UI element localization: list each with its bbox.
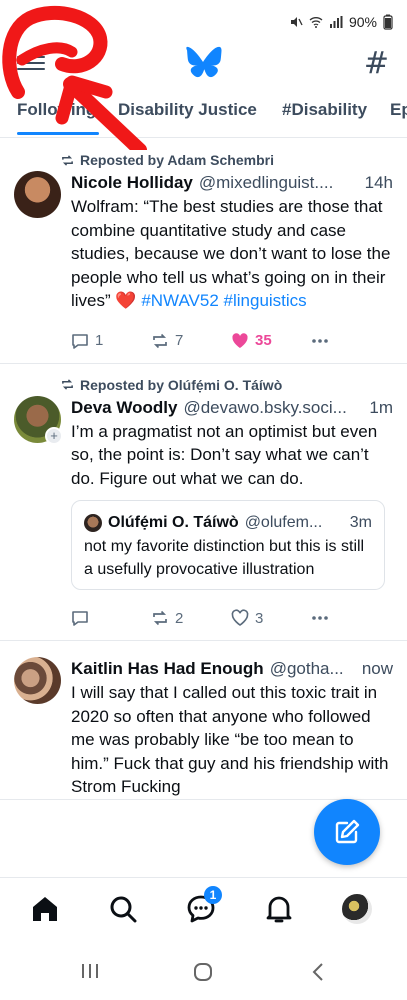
author-name[interactable]: Nicole Holliday (71, 171, 193, 195)
author-handle[interactable]: @devawo.bsky.soci... (183, 396, 363, 420)
home-icon[interactable] (30, 894, 60, 924)
avatar[interactable]: + (14, 395, 63, 445)
home-circle-icon[interactable] (193, 962, 213, 982)
feed-post[interactable]: Reposted by Adam Schembri Nicole Hollida… (0, 139, 407, 364)
post-text: I’m a pragmatist not an optimist but eve… (71, 421, 378, 488)
repost-button[interactable]: 2 (151, 609, 231, 627)
battery-level: 90% (348, 14, 377, 30)
author-handle[interactable]: @gotha... (270, 657, 356, 681)
repost-button[interactable]: 7 (151, 332, 231, 350)
reply-icon (72, 611, 88, 626)
active-tab-indicator (17, 132, 99, 135)
like-count: 3 (255, 609, 264, 627)
more-options-button[interactable] (311, 609, 391, 627)
heart-filled-icon (232, 332, 248, 348)
bluesky-butterfly-logo[interactable] (184, 46, 222, 80)
quote-text: not my favorite distinction but this is … (84, 538, 365, 578)
reply-icon (72, 333, 88, 349)
more-dots-icon (312, 338, 328, 343)
status-icons: 90% (289, 14, 393, 30)
quoted-post[interactable]: Olúfẹ́mi O. Táíwò @olufem... 3m not my f… (71, 500, 385, 590)
repost-icon (62, 154, 73, 166)
notification-badge: 1 (204, 886, 222, 904)
tab-following[interactable]: Following (17, 100, 96, 120)
reply-button[interactable] (71, 609, 151, 627)
post-time[interactable]: now (362, 657, 393, 681)
avatar[interactable] (14, 657, 61, 704)
repost-count: 2 (175, 609, 184, 627)
heart-emoji: ❤️ (115, 291, 137, 310)
system-nav-bar (0, 942, 407, 1000)
reply-count: 1 (95, 332, 104, 349)
post-text: I will say that I called out this toxic … (71, 683, 389, 796)
quote-avatar (84, 514, 102, 532)
hamburger-menu-icon[interactable] (17, 52, 45, 76)
quote-author-name: Olúfẹ́mi O. Táíwò (108, 514, 239, 531)
chat-button[interactable]: 1 (186, 886, 222, 924)
search-icon[interactable] (108, 894, 138, 924)
profile-avatar[interactable] (342, 894, 372, 924)
repost-icon (153, 333, 167, 348)
quote-author-handle: @olufem... (244, 514, 323, 531)
feed-post[interactable]: Reposted by Olúfẹ́mi O. Táíwò + Deva Woo… (0, 364, 407, 641)
feed-list[interactable]: Reposted by Adam Schembri Nicole Hollida… (0, 139, 407, 877)
quote-time: 3m (349, 514, 372, 531)
more-options-button[interactable] (311, 332, 391, 350)
hashtag-icon[interactable]: # (364, 46, 389, 81)
mute-icon (290, 17, 303, 27)
author-name[interactable]: Deva Woodly (71, 396, 177, 420)
feed-post[interactable]: Kaitlin Has Had Enough @gotha... now I w… (0, 641, 407, 800)
more-dots-icon (312, 616, 328, 620)
author-name[interactable]: Kaitlin Has Had Enough (71, 657, 264, 681)
avatar[interactable] (14, 171, 61, 218)
bottom-nav: 1 (0, 877, 407, 941)
repost-icon (62, 379, 73, 390)
hashtag-link[interactable]: #linguistics (224, 291, 307, 310)
repost-count: 7 (175, 332, 184, 349)
bell-icon[interactable] (264, 894, 294, 924)
repost-icon (153, 610, 167, 626)
author-handle[interactable]: @mixedlinguist.... (199, 171, 359, 195)
status-bar: 90% (0, 0, 407, 44)
reposted-by-text: Reposted by Olúfẹ́mi O. Táíwò (80, 376, 283, 393)
compose-button[interactable] (314, 799, 380, 865)
feed-tabs: Following Disability Justice #Disability… (0, 92, 407, 138)
reposted-by-text: Reposted by Adam Schembri (80, 152, 274, 168)
back-icon[interactable] (311, 962, 325, 982)
hashtag-link[interactable]: #NWAV52 (141, 291, 218, 310)
post-actions: 2 3 (71, 596, 393, 640)
like-count: 35 (255, 332, 272, 349)
reply-button[interactable]: 1 (71, 332, 151, 350)
repost-indicator[interactable]: Reposted by Olúfẹ́mi O. Táíwò (14, 374, 393, 396)
post-text: Wolfram: “The best studies are those tha… (71, 195, 393, 313)
compose-pencil-icon (335, 819, 360, 844)
tab-disability[interactable]: #Disability (282, 100, 367, 120)
app-header: # (0, 44, 407, 90)
like-button[interactable]: 3 (231, 609, 311, 627)
follow-plus-icon[interactable]: + (45, 426, 63, 445)
repost-indicator[interactable]: Reposted by Adam Schembri (14, 149, 393, 171)
like-button[interactable]: 35 (231, 332, 311, 350)
tab-ep[interactable]: Ep (390, 100, 407, 120)
battery-icon (383, 14, 393, 30)
post-time[interactable]: 1m (369, 396, 393, 420)
wifi-icon (309, 17, 323, 28)
post-time[interactable]: 14h (365, 171, 393, 195)
signal-icon (329, 16, 343, 28)
heart-outline-icon (231, 609, 249, 626)
recents-icon[interactable] (80, 962, 100, 980)
tab-disability-justice[interactable]: Disability Justice (118, 100, 257, 120)
post-actions: 1 7 35 (71, 319, 393, 363)
